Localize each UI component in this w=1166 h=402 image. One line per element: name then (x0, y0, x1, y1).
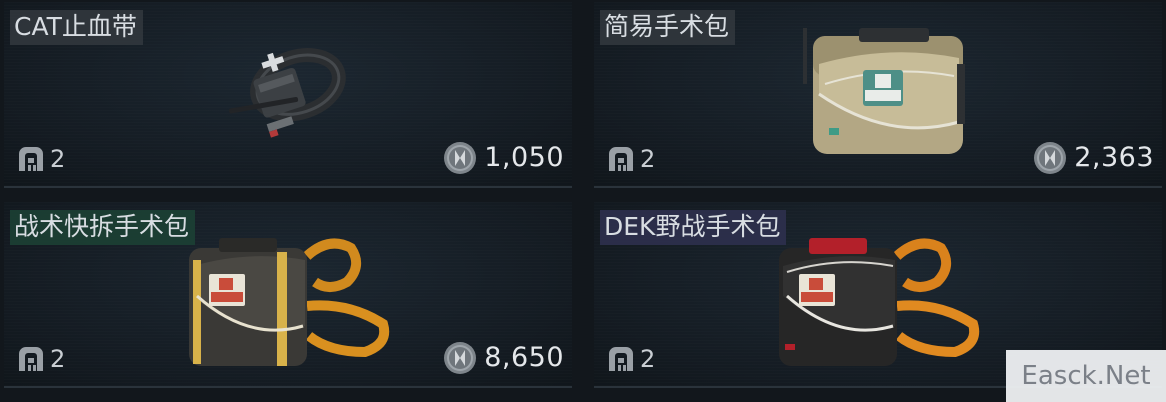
corner-mark (566, 186, 572, 188)
corner-mark (594, 386, 600, 388)
slot-count: 2 (50, 145, 66, 173)
item-card-tactical-surgical-kit[interactable]: 战术快拆手术包 2 8,650 (4, 202, 572, 388)
slot-size: 2 (606, 344, 655, 374)
item-price: 8,650 (442, 340, 564, 376)
corner-mark (594, 186, 600, 188)
slot-size: 2 (606, 144, 655, 174)
slot-count: 2 (640, 345, 656, 373)
item-price: 1,050 (442, 140, 564, 176)
site-watermark: Easck.Net (1006, 350, 1166, 402)
item-price: 2,363 (1032, 140, 1154, 176)
item-card-simple-surgical-kit[interactable]: 简易手术包 2 2,363 (594, 2, 1162, 188)
slot-grid-icon (609, 347, 633, 371)
price-value: 8,650 (484, 342, 564, 373)
slot-size: 2 (16, 344, 65, 374)
slot-grid-icon (19, 347, 43, 371)
surgical-kit-icon (803, 28, 965, 154)
currency-coin-icon (444, 342, 477, 374)
tactical-surgical-kit-icon (189, 238, 390, 366)
price-value: 2,363 (1074, 142, 1154, 173)
slot-size: 2 (16, 144, 65, 174)
field-surgical-kit-icon (779, 238, 980, 366)
currency-coin-icon (1034, 142, 1067, 174)
item-name: 简易手术包 (600, 10, 736, 45)
currency-coin-icon (444, 142, 477, 174)
corner-mark (4, 186, 10, 188)
corner-mark (1156, 186, 1162, 188)
price-value: 1,050 (484, 142, 564, 173)
slot-count: 2 (640, 145, 656, 173)
corner-mark (566, 386, 572, 388)
item-card-cat-tourniquet[interactable]: CAT止血带 2 1,050 (4, 2, 572, 188)
slot-grid-icon (609, 147, 633, 171)
slot-grid-icon (19, 147, 43, 171)
item-name: 战术快拆手术包 (10, 210, 196, 245)
corner-mark (4, 386, 10, 388)
item-name: DEK野战手术包 (600, 210, 787, 245)
tourniquet-icon (228, 48, 346, 138)
item-name: CAT止血带 (10, 10, 143, 45)
slot-count: 2 (50, 345, 66, 373)
